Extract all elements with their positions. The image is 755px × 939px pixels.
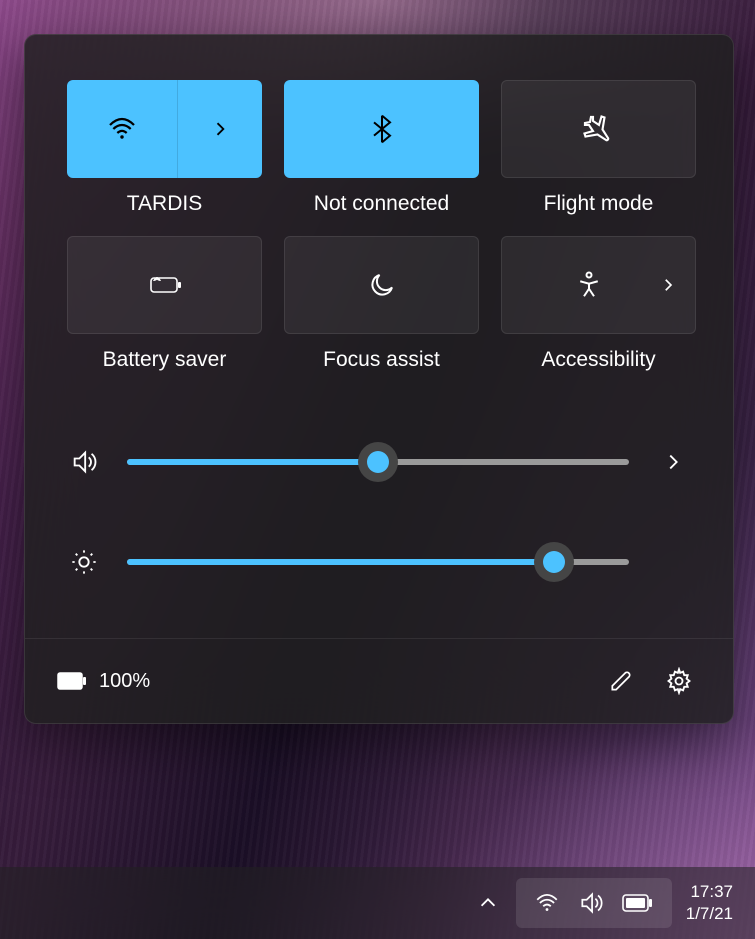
flight-mode-label: Flight mode [544, 192, 654, 216]
quick-action-tiles: TARDIS Not connected Flight mode [67, 80, 691, 372]
wifi-icon [534, 890, 560, 916]
chevron-up-icon [477, 892, 499, 914]
brightness-icon [69, 548, 99, 576]
wifi-expand-button[interactable] [177, 80, 262, 178]
chevron-right-icon [662, 451, 684, 473]
volume-slider[interactable] [127, 442, 629, 482]
accessibility-icon [574, 270, 604, 300]
quick-settings-panel: TARDIS Not connected Flight mode [24, 34, 734, 724]
flight-mode-tile[interactable] [501, 80, 696, 178]
battery-saver-tile[interactable] [67, 236, 262, 334]
wifi-label: TARDIS [127, 192, 202, 216]
moon-icon [367, 270, 397, 300]
airplane-icon [582, 112, 616, 146]
focus-assist-label: Focus assist [323, 348, 440, 372]
quick-settings-footer: 100% [25, 638, 733, 723]
battery-percentage: 100% [99, 670, 150, 693]
bluetooth-icon [366, 111, 398, 147]
chevron-right-icon [210, 119, 230, 139]
volume-icon [69, 448, 99, 476]
volume-output-button[interactable] [657, 451, 689, 473]
accessibility-label: Accessibility [541, 348, 655, 372]
brightness-slider[interactable] [127, 542, 629, 582]
accessibility-tile[interactable] [501, 236, 696, 334]
gear-icon [665, 667, 693, 695]
brightness-slider-row [69, 542, 689, 582]
wifi-icon [106, 113, 138, 145]
chevron-right-icon [659, 276, 677, 294]
volume-icon [578, 890, 604, 916]
taskbar-clock[interactable]: 17:37 1/7/21 [680, 881, 739, 925]
wifi-toggle[interactable] [67, 80, 177, 178]
battery-saver-label: Battery saver [103, 348, 227, 372]
pencil-icon [608, 668, 634, 694]
taskbar-time: 17:37 [686, 881, 733, 903]
battery-icon [622, 893, 654, 913]
taskbar-date: 1/7/21 [686, 903, 733, 925]
system-tray[interactable] [516, 878, 672, 928]
taskbar: 17:37 1/7/21 [0, 867, 755, 939]
battery-status[interactable]: 100% [57, 670, 150, 693]
accessibility-expand-button[interactable] [659, 276, 677, 294]
bluetooth-tile[interactable] [284, 80, 479, 178]
battery-icon [57, 672, 87, 690]
bluetooth-label: Not connected [314, 192, 449, 216]
tray-overflow-button[interactable] [468, 879, 508, 927]
focus-assist-tile[interactable] [284, 236, 479, 334]
edit-button[interactable] [599, 659, 643, 703]
volume-slider-row [69, 442, 689, 482]
settings-button[interactable] [657, 659, 701, 703]
battery-saver-icon [145, 270, 185, 300]
wifi-tile[interactable] [67, 80, 262, 178]
